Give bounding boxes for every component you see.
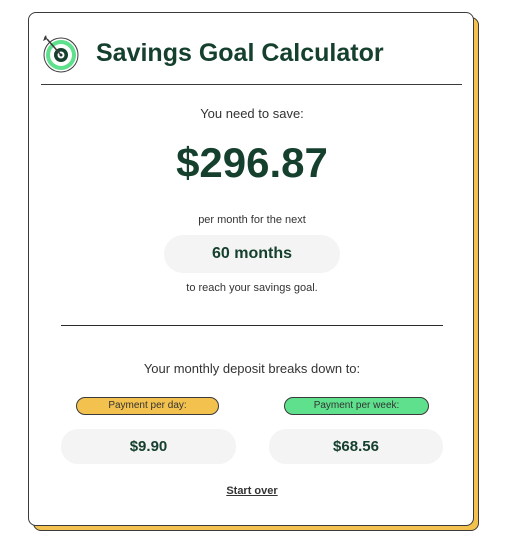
breakdown-label: Your monthly deposit breaks down to: <box>143 361 361 376</box>
per-week-badge: Payment per week: <box>284 397 429 415</box>
per-day-badge: Payment per day: <box>76 397 219 415</box>
header-divider <box>41 84 462 85</box>
calculator-card-wrapper: Savings Goal Calculator You need to save… <box>28 12 479 531</box>
header: Savings Goal Calculator <box>41 33 461 73</box>
target-arrow-icon <box>43 35 79 73</box>
per-month-label: per month for the next <box>198 214 306 226</box>
calculator-card: Savings Goal Calculator You need to save… <box>28 12 474 526</box>
need-to-save-label: You need to save: <box>200 106 304 121</box>
page-title: Savings Goal Calculator <box>96 39 384 67</box>
start-over-link[interactable]: Start over <box>29 485 475 497</box>
section-divider <box>61 325 443 326</box>
months-display: 60 months <box>164 235 340 273</box>
monthly-amount: $296.87 <box>176 139 328 186</box>
per-week-value: $68.56 <box>269 429 443 464</box>
reach-goal-label: to reach your savings goal. <box>186 282 318 294</box>
per-day-value: $9.90 <box>61 429 236 464</box>
